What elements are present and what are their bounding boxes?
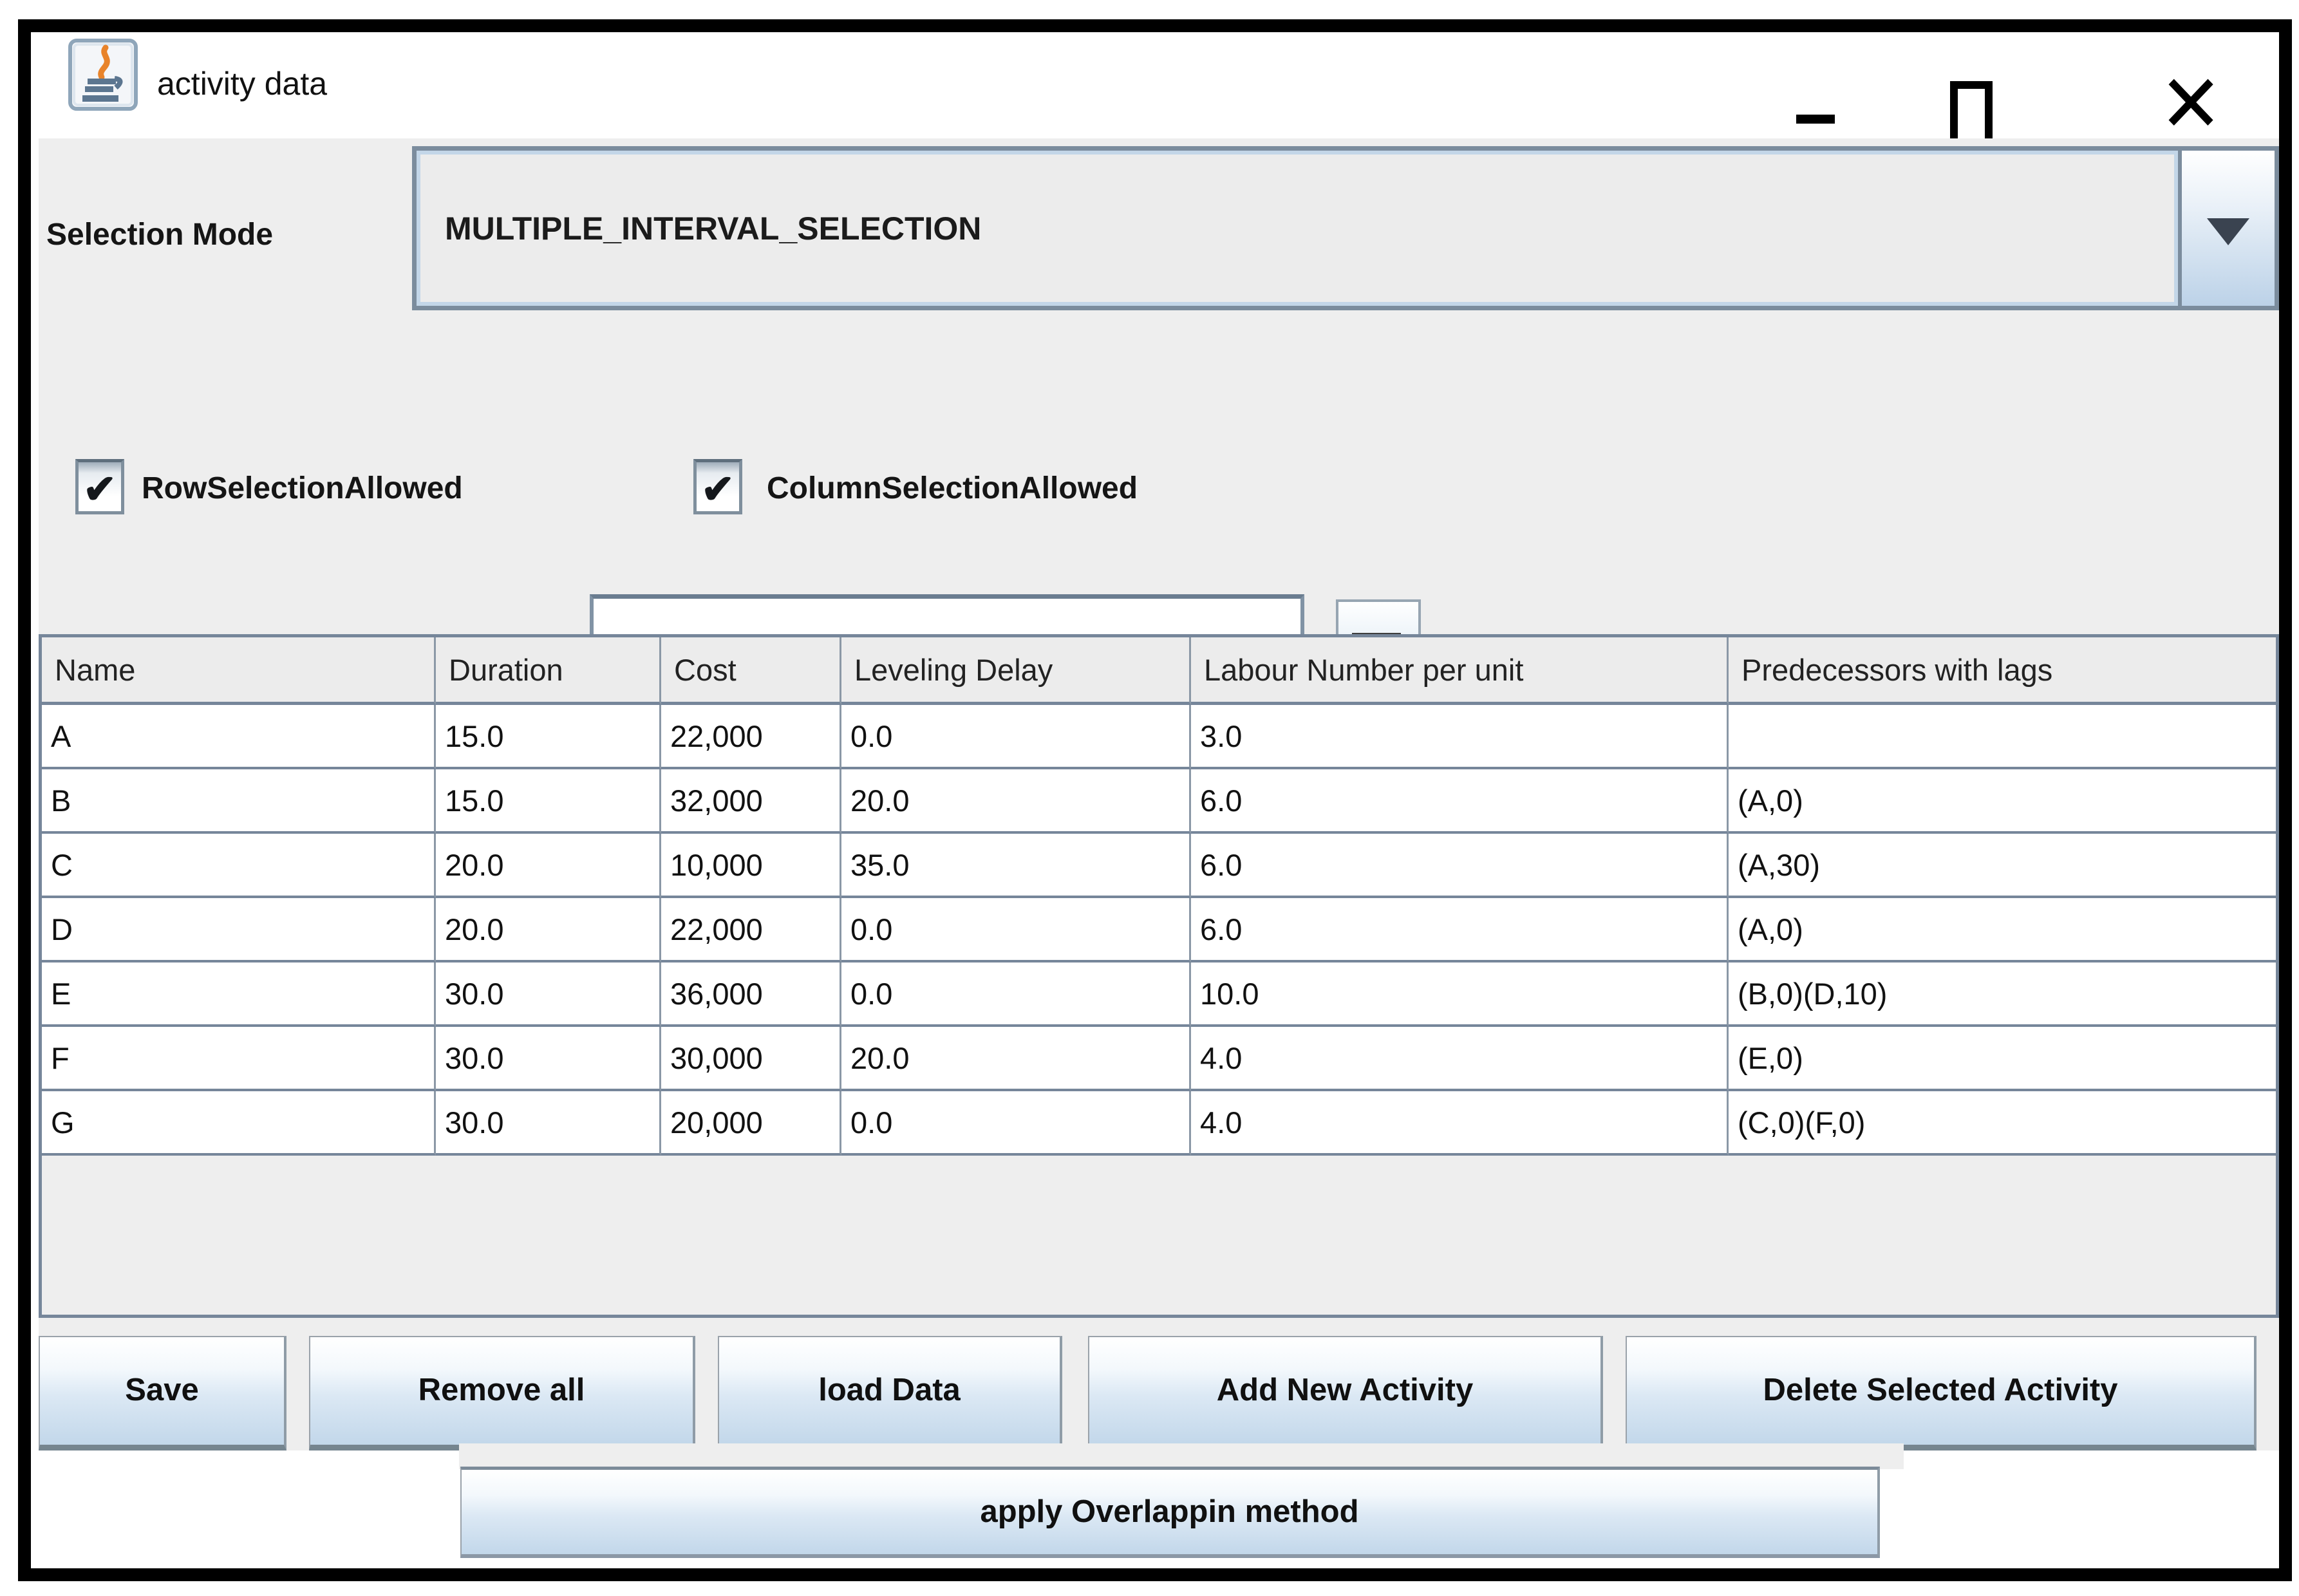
cell-labour-number[interactable]: 3.0 <box>1191 705 1729 769</box>
table-header-row: Name Duration Cost Leveling Delay Labour… <box>42 637 2276 705</box>
cell-cost[interactable]: 30,000 <box>661 1027 841 1091</box>
cell-labour-number[interactable]: 6.0 <box>1191 834 1729 898</box>
cell-leveling-delay[interactable]: 0.0 <box>841 898 1191 962</box>
cell-predecessors[interactable]: (A,30) <box>1729 834 2276 898</box>
cell-leveling-delay[interactable]: 20.0 <box>841 769 1191 834</box>
column-header-duration[interactable]: Duration <box>436 637 661 705</box>
cell-leveling-delay[interactable]: 0.0 <box>841 1091 1191 1156</box>
cell-duration[interactable]: 15.0 <box>436 769 661 834</box>
activity-data-window: activity data ✕ Selection Mode MULTIPLE_… <box>18 19 2292 1581</box>
cell-duration[interactable]: 20.0 <box>436 834 661 898</box>
cell-duration[interactable]: 30.0 <box>436 1091 661 1156</box>
cell-predecessors[interactable]: (B,0)(D,10) <box>1729 962 2276 1027</box>
column-header-name[interactable]: Name <box>42 637 436 705</box>
table-row: C 20.0 10,000 35.0 6.0 (A,30) <box>42 834 2276 898</box>
java-icon <box>68 39 138 111</box>
cell-duration[interactable]: 20.0 <box>436 898 661 962</box>
title-bar[interactable]: activity data ✕ <box>31 32 2279 138</box>
cell-predecessors[interactable]: (A,0) <box>1729 898 2276 962</box>
cell-labour-number[interactable]: 4.0 <box>1191 1027 1729 1091</box>
cell-name[interactable]: A <box>42 705 436 769</box>
column-selection-checkbox[interactable]: ✔ <box>693 459 742 514</box>
combobox-dropdown-button[interactable] <box>2178 151 2275 306</box>
cell-duration[interactable]: 15.0 <box>436 705 661 769</box>
add-new-activity-button[interactable]: Add New Activity <box>1088 1336 1603 1450</box>
column-header-labour-number[interactable]: Labour Number per unit <box>1191 637 1729 705</box>
combobox-value: MULTIPLE_INTERVAL_SELECTION <box>445 155 981 302</box>
cell-leveling-delay[interactable]: 0.0 <box>841 705 1191 769</box>
cell-name[interactable]: C <box>42 834 436 898</box>
close-icon[interactable]: ✕ <box>2155 64 2226 145</box>
column-header-predecessors[interactable]: Predecessors with lags <box>1729 637 2276 705</box>
table-row: B 15.0 32,000 20.0 6.0 (A,0) <box>42 769 2276 834</box>
table-row: E 30.0 36,000 0.0 10.0 (B,0)(D,10) <box>42 962 2276 1027</box>
cell-duration[interactable]: 30.0 <box>436 962 661 1027</box>
cell-duration[interactable]: 30.0 <box>436 1027 661 1091</box>
left-margin <box>31 138 39 1568</box>
selection-mode-label: Selection Mode <box>46 203 273 267</box>
activity-table: Name Duration Cost Leveling Delay Labour… <box>39 634 2279 1318</box>
column-header-leveling-delay[interactable]: Leveling Delay <box>841 637 1191 705</box>
cell-name[interactable]: F <box>42 1027 436 1091</box>
selection-mode-combobox[interactable]: MULTIPLE_INTERVAL_SELECTION <box>412 146 2279 310</box>
cell-leveling-delay[interactable]: 0.0 <box>841 962 1191 1027</box>
chevron-down-icon <box>2207 218 2249 245</box>
load-data-button[interactable]: load Data <box>718 1336 1062 1450</box>
row-selection-label: RowSelectionAllowed <box>142 459 463 521</box>
column-selection-label: ColumnSelectionAllowed <box>767 459 1138 521</box>
table-row: F 30.0 30,000 20.0 4.0 (E,0) <box>42 1027 2276 1091</box>
cell-cost[interactable]: 36,000 <box>661 962 841 1027</box>
checkbox-row: ✔ RowSelectionAllowed ✔ ColumnSelectionA… <box>31 459 2279 521</box>
cell-cost[interactable]: 20,000 <box>661 1091 841 1156</box>
cell-labour-number[interactable]: 6.0 <box>1191 769 1729 834</box>
window-title: activity data <box>157 32 327 138</box>
cell-cost[interactable]: 32,000 <box>661 769 841 834</box>
cell-name[interactable]: E <box>42 962 436 1027</box>
table-row: A 15.0 22,000 0.0 3.0 <box>42 705 2276 769</box>
apply-overlapping-method-button[interactable]: apply Overlappin method <box>460 1467 1880 1558</box>
cell-leveling-delay[interactable]: 20.0 <box>841 1027 1191 1091</box>
apply-button-panel <box>459 1443 1904 1469</box>
minimize-icon[interactable] <box>1796 115 1835 124</box>
cell-cost[interactable]: 22,000 <box>661 705 841 769</box>
cell-cost[interactable]: 22,000 <box>661 898 841 962</box>
cell-labour-number[interactable]: 6.0 <box>1191 898 1729 962</box>
cell-name[interactable]: G <box>42 1091 436 1156</box>
checkmark-icon: ✔ <box>701 467 735 512</box>
checkmark-icon: ✔ <box>83 467 117 512</box>
cell-labour-number[interactable]: 4.0 <box>1191 1091 1729 1156</box>
table-row: D 20.0 22,000 0.0 6.0 (A,0) <box>42 898 2276 962</box>
cell-name[interactable]: B <box>42 769 436 834</box>
remove-all-button[interactable]: Remove all <box>309 1336 695 1450</box>
cell-labour-number[interactable]: 10.0 <box>1191 962 1729 1027</box>
table-row: G 30.0 20,000 0.0 4.0 (C,0)(F,0) <box>42 1091 2276 1156</box>
cell-leveling-delay[interactable]: 35.0 <box>841 834 1191 898</box>
cell-predecessors[interactable]: (A,0) <box>1729 769 2276 834</box>
cell-predecessors[interactable] <box>1729 705 2276 769</box>
cell-predecessors[interactable]: (E,0) <box>1729 1027 2276 1091</box>
content-pane: Selection Mode MULTIPLE_INTERVAL_SELECTI… <box>31 138 2279 1568</box>
combobox-field[interactable]: MULTIPLE_INTERVAL_SELECTION <box>417 151 2178 306</box>
cell-name[interactable]: D <box>42 898 436 962</box>
delete-selected-activity-button[interactable]: Delete Selected Activity <box>1626 1336 2257 1450</box>
row-selection-checkbox[interactable]: ✔ <box>75 459 124 514</box>
column-header-cost[interactable]: Cost <box>661 637 841 705</box>
cell-cost[interactable]: 10,000 <box>661 834 841 898</box>
cell-predecessors[interactable]: (C,0)(F,0) <box>1729 1091 2276 1156</box>
save-button[interactable]: Save <box>39 1336 286 1450</box>
